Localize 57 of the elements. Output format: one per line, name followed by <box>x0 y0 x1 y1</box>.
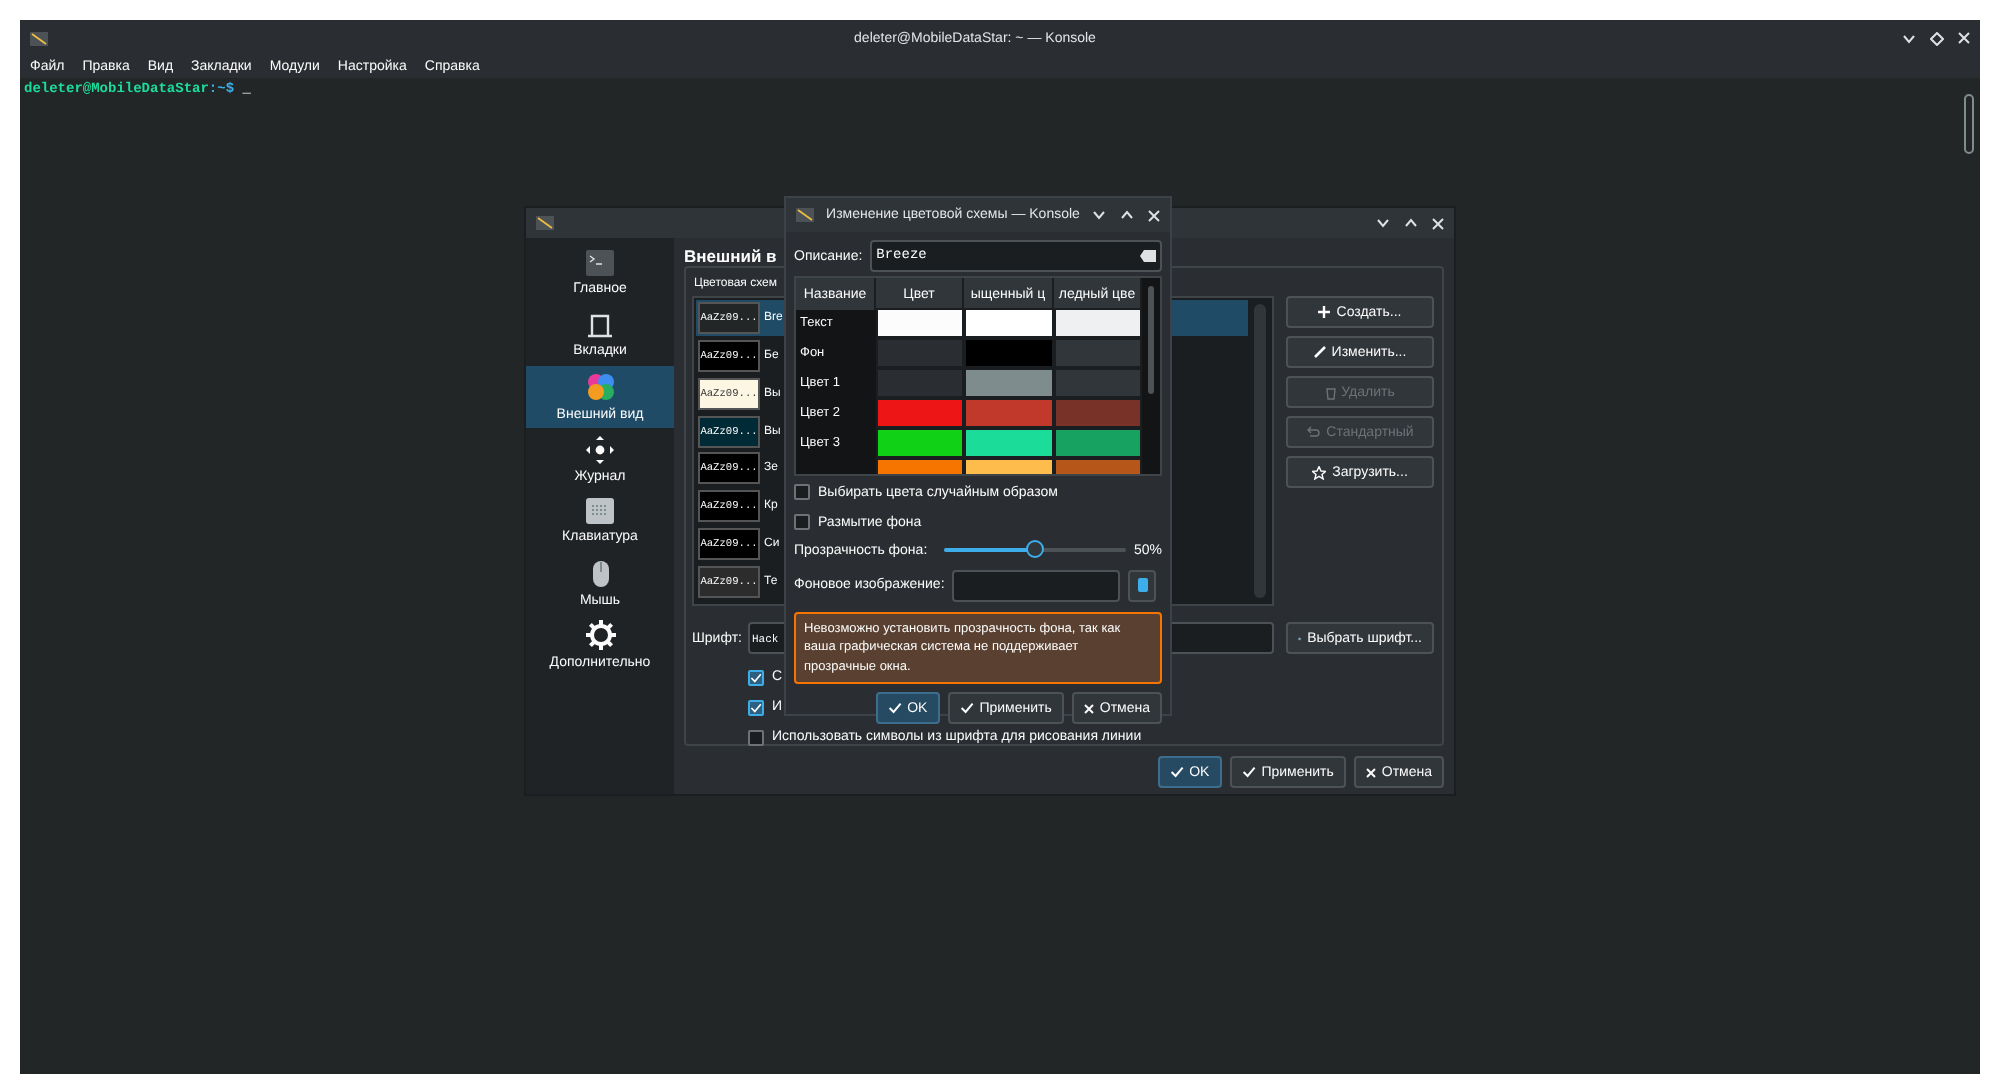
check-icon <box>887 702 902 715</box>
color-cell[interactable] <box>1054 428 1142 458</box>
color-cell[interactable] <box>964 428 1054 458</box>
color-cell[interactable] <box>964 398 1054 428</box>
close-icon[interactable] <box>1432 217 1444 229</box>
color-cell[interactable] <box>876 428 964 458</box>
trash-icon <box>1325 385 1336 399</box>
cancel-icon <box>1083 703 1094 714</box>
close-icon[interactable] <box>1148 209 1160 221</box>
pencil-icon <box>1313 346 1326 358</box>
scrollbar[interactable] <box>1964 94 1974 154</box>
minimize-icon[interactable] <box>1902 33 1916 43</box>
minimize-icon[interactable] <box>1092 210 1106 220</box>
image-field[interactable] <box>952 569 1121 601</box>
image-icon <box>1137 578 1148 592</box>
cancel-icon <box>1365 767 1376 777</box>
tab-icon <box>586 312 614 338</box>
color-cell[interactable] <box>1054 338 1142 368</box>
color-cell[interactable] <box>1054 308 1142 338</box>
check-icon <box>750 701 762 713</box>
plus-icon <box>1318 306 1331 318</box>
browse-button[interactable] <box>1128 569 1157 601</box>
move-arrows-icon <box>586 435 614 463</box>
color-cell[interactable] <box>876 398 964 428</box>
color-cell[interactable] <box>876 308 964 338</box>
palette-icon <box>585 372 615 402</box>
minimize-icon[interactable] <box>1376 218 1390 228</box>
star-icon <box>1312 465 1327 479</box>
close-icon[interactable] <box>1958 32 1970 44</box>
color-cell[interactable] <box>964 338 1054 368</box>
keyboard-icon <box>586 498 614 524</box>
color-cell[interactable] <box>876 338 964 368</box>
mouse-icon <box>591 559 609 587</box>
maximize-icon[interactable] <box>1404 218 1418 228</box>
check-icon <box>959 702 974 715</box>
maximize-icon[interactable] <box>1930 31 1944 45</box>
maximize-icon[interactable] <box>1120 210 1134 220</box>
color-cell[interactable] <box>1054 368 1142 398</box>
checkbox[interactable] <box>748 729 764 745</box>
check-icon <box>1241 766 1256 778</box>
checkbox[interactable] <box>748 669 764 685</box>
undo-icon <box>1306 426 1321 438</box>
clear-icon[interactable] <box>1140 250 1156 262</box>
color-cell[interactable] <box>1054 398 1142 428</box>
color-cell[interactable] <box>964 368 1054 398</box>
slider-handle[interactable] <box>1026 540 1045 558</box>
checkbox[interactable] <box>748 699 764 715</box>
scrollbar[interactable] <box>1148 286 1154 394</box>
checkbox[interactable] <box>794 514 810 530</box>
color-cell[interactable] <box>876 368 964 398</box>
gear-icon <box>585 620 615 650</box>
scrollbar[interactable] <box>1254 304 1266 598</box>
checkbox[interactable] <box>794 484 810 500</box>
page-heading: Внешний в <box>684 244 777 266</box>
check-icon <box>750 671 762 683</box>
color-cell[interactable] <box>964 308 1054 338</box>
check-icon <box>1169 766 1184 778</box>
